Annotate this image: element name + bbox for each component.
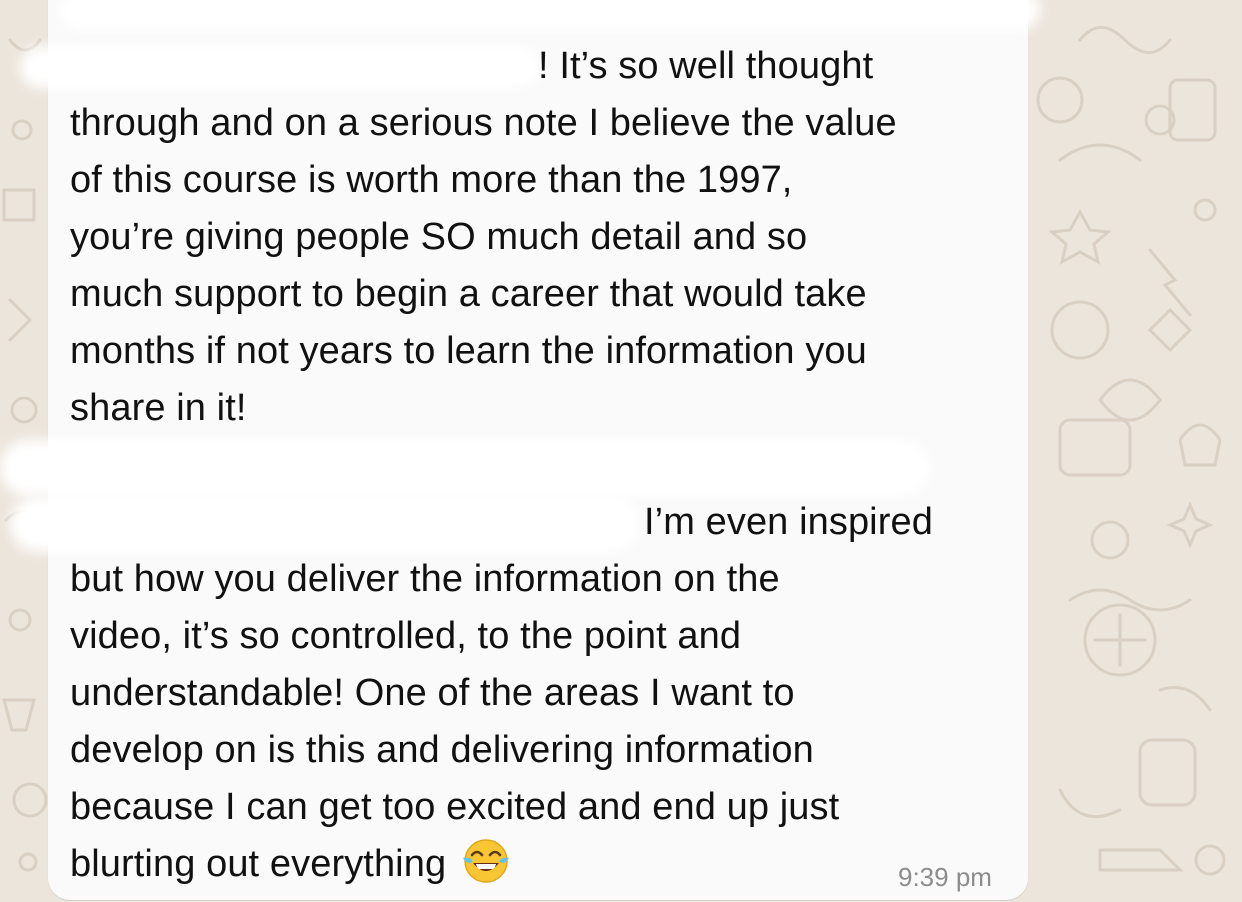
message-text-line: understandable! One of the areas I want …	[70, 672, 795, 714]
message-text-line: blurting out everything	[70, 843, 447, 885]
message-text-line: I’m even inspired	[644, 501, 933, 543]
tears-of-joy-emoji-icon	[461, 836, 511, 886]
message-text-line: ! It’s so well thought	[538, 45, 874, 87]
message-text-line: you’re giving people SO much detail and …	[70, 216, 808, 258]
message-last-line: blurting out everything	[70, 836, 511, 893]
redacted-area	[0, 440, 930, 496]
message-text-line: of this course is worth more than the 19…	[70, 159, 793, 201]
message-text-line: through and on a serious note I believe …	[70, 102, 897, 144]
message-text-line: but how you deliver the information on t…	[70, 558, 780, 600]
redacted-area	[10, 496, 640, 552]
message-text-line: much support to begin a career that woul…	[70, 273, 867, 315]
message-text-line: months if not years to learn the informa…	[70, 330, 867, 372]
message-text-line: because I can get too excited and end up…	[70, 786, 840, 828]
message-text-line: develop on is this and delivering inform…	[70, 729, 814, 771]
message-text-line: share in it!	[70, 387, 247, 429]
message-text-line: video, it’s so controlled, to the point …	[70, 615, 742, 657]
message-timestamp: 9:39 pm	[898, 862, 992, 892]
redacted-area	[20, 46, 540, 88]
redacted-area	[60, 0, 1040, 30]
